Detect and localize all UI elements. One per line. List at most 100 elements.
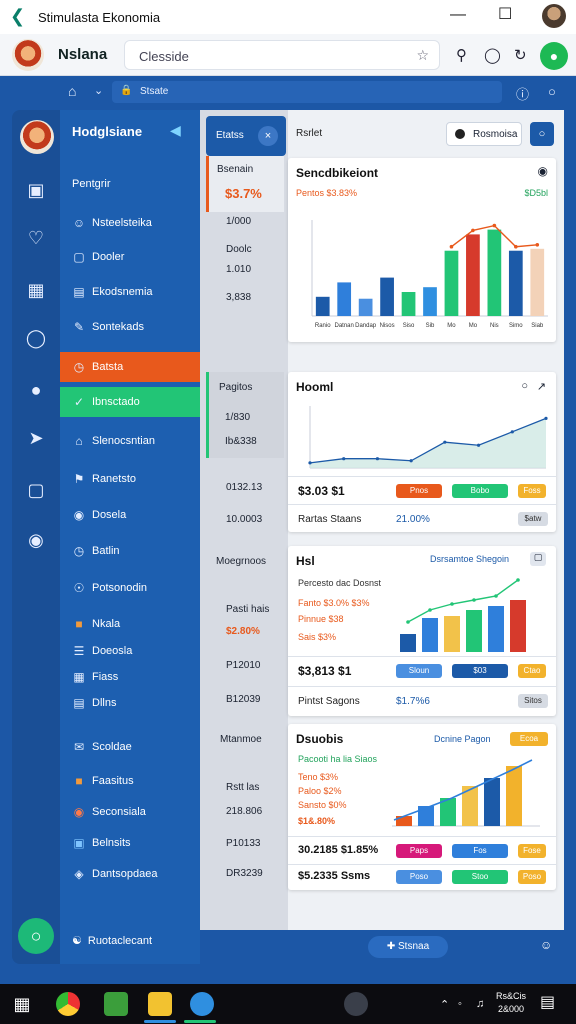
card-top-button[interactable]: Ecoa — [510, 732, 548, 746]
status-pill[interactable]: Bobo — [452, 484, 508, 498]
folder-taskbar-icon[interactable] — [148, 992, 172, 1016]
divider — [288, 836, 556, 837]
status-pill[interactable]: $03 — [452, 664, 508, 678]
summary-card-1[interactable]: Bsenain $3.7% — [206, 156, 284, 212]
address-bar[interactable]: 🔒 Stsate — [112, 81, 502, 103]
bar-chart-2 — [392, 759, 540, 827]
dot-icon[interactable]: ○ — [521, 380, 528, 392]
app-green-icon[interactable] — [104, 992, 128, 1016]
chrome-icon[interactable] — [56, 992, 80, 1016]
green-action-icon[interactable]: ○ — [18, 918, 54, 954]
collapse-icon[interactable]: ◀ — [170, 122, 181, 139]
nav-bar: ⌂ ⌄ 🔒 Stsate ⓘ ○ — [0, 76, 576, 108]
sidebar-item-1[interactable]: ☺ Nsteelsteika — [60, 208, 200, 238]
status-pill[interactable]: Fos — [452, 844, 508, 858]
user-icon: ☺ — [72, 216, 86, 230]
square-icon[interactable]: ▢ — [530, 552, 546, 566]
sidebar-item-20[interactable]: ◈ Dantsopdaea — [60, 859, 200, 889]
expand-icon[interactable]: ↗ — [537, 380, 546, 393]
search-box[interactable]: Clesside ☆ — [124, 40, 440, 70]
app-dark-icon[interactable] — [344, 992, 368, 1016]
clock[interactable]: Rs&Cis 2&000 — [496, 990, 526, 1016]
close-icon[interactable]: × — [258, 126, 278, 146]
card-row: Teno $3% — [298, 772, 339, 782]
screen-icon[interactable]: ▢ — [24, 478, 48, 502]
camera-icon[interactable]: ◉ — [538, 164, 548, 178]
chat-icon[interactable]: ● — [24, 378, 48, 402]
summary-value: 10.0003 — [226, 514, 263, 525]
chart-icon: ▤ — [73, 285, 85, 299]
image-icon[interactable]: ▦ — [24, 278, 48, 302]
sidebar-item-label: Fiass — [92, 671, 119, 683]
sidebar-section-title: Pentgrir — [72, 178, 111, 190]
home-icon[interactable]: ⌂ — [68, 83, 76, 99]
refresh-icon[interactable]: ↻ — [514, 46, 527, 64]
sidebar-item-2[interactable]: ▢ Dooler — [60, 242, 200, 272]
send-icon[interactable]: ➤ — [24, 426, 48, 450]
bar — [400, 634, 416, 652]
x-tick-label: Siab — [531, 323, 544, 329]
sidebar-item-4[interactable]: ✎ Sontekads — [60, 312, 200, 342]
lock-icon: 🔒 — [120, 85, 133, 96]
minimize-icon[interactable]: — — [450, 6, 466, 24]
card-button[interactable]: Sitos — [518, 694, 548, 708]
sidebar-item-11[interactable]: ☉ Potsonodin — [60, 573, 200, 603]
card-button[interactable]: $atw — [518, 512, 548, 526]
app-logo — [12, 39, 44, 71]
sidebar-item-10[interactable]: ◷ Batlin — [60, 536, 200, 566]
bottom-action-button[interactable]: ✚ Stsnaa — [368, 936, 448, 958]
maximize-icon[interactable]: ☐ — [498, 4, 512, 24]
settings-square-icon[interactable]: ○ — [530, 122, 554, 146]
notification-icon[interactable]: ▤ — [540, 992, 555, 1012]
status-pill[interactable]: Sloun — [396, 664, 442, 678]
info-icon[interactable]: ⓘ — [516, 84, 529, 103]
search-icon[interactable]: ⚲ — [456, 46, 467, 64]
sidebar-item-16[interactable]: ✉ Scoldae — [60, 732, 200, 762]
sidebar-item-8[interactable]: ⚑ Ranetsto — [60, 464, 200, 494]
wifi-icon[interactable]: ◦ — [458, 998, 462, 1010]
sidebar-item-3[interactable]: ▤ Ekodsnemia — [60, 277, 200, 307]
sidebar-item-17[interactable]: ■ Faasitus — [60, 766, 200, 796]
x-tick-label: Siso — [403, 323, 415, 329]
active-indicator — [184, 1020, 216, 1023]
calendar-icon[interactable]: ▣ — [24, 178, 48, 202]
chevron-up-icon[interactable]: ⌃ — [440, 998, 449, 1011]
people-bottom-icon[interactable]: ☺ — [540, 938, 552, 952]
circle-icon[interactable]: ○ — [548, 84, 556, 99]
sidebar-item-18[interactable]: ◉ Seconsiala — [60, 797, 200, 827]
user-avatar[interactable] — [542, 4, 566, 28]
status-pill[interactable]: Ctao — [518, 664, 546, 678]
top-action-button[interactable]: Rosmoisa — [446, 122, 522, 146]
sidebar-item-12[interactable]: ■ Nkala — [60, 609, 200, 639]
sidebar-item-label: Potsonodin — [92, 582, 148, 594]
status-pill[interactable]: Paps — [396, 844, 442, 858]
sidebar-item-9[interactable]: ◉ Dosela — [60, 500, 200, 530]
summary-tab[interactable]: Etatss × — [206, 116, 286, 156]
status-pill[interactable]: Pnos — [396, 484, 442, 498]
windows-start-icon[interactable]: ▦ — [10, 992, 34, 1016]
people-icon[interactable]: ♡ — [24, 226, 48, 250]
app-header: Nslana Clesside ☆ ⚲ ◯ ↻ ● — [0, 34, 576, 76]
back-arrow-icon[interactable]: ❮ — [10, 6, 25, 27]
status-pill[interactable]: Poso — [396, 870, 442, 884]
summary-card-title: Pagitos — [219, 382, 253, 393]
search-rail-icon[interactable]: ◯ — [24, 326, 48, 350]
status-pill[interactable]: Stoo — [452, 870, 508, 884]
bell-icon[interactable]: ◯ — [484, 46, 501, 64]
sidebar-item-5[interactable]: ◷ Batsta — [60, 352, 200, 382]
sidebar-item-19[interactable]: ▣ Belnsits — [60, 828, 200, 858]
apps-button[interactable]: ● — [540, 42, 568, 70]
volume-icon[interactable]: ♫ — [476, 998, 484, 1010]
summary-card-2[interactable]: Pagitos 1/830 Ib&338 — [206, 372, 284, 458]
star-icon[interactable]: ☆ — [416, 47, 429, 64]
status-pill[interactable]: Poso — [518, 870, 546, 884]
status-pill[interactable]: Foss — [518, 484, 546, 498]
sidebar-item-15[interactable]: ▤ Dllns — [60, 688, 200, 718]
sidebar-footer[interactable]: ☯ Ruotaclecant — [72, 934, 158, 947]
sidebar-item-6[interactable]: ✓ Ibnsctado — [60, 387, 200, 417]
status-pill[interactable]: Fose — [518, 844, 546, 858]
chevron-down-icon[interactable]: ⌄ — [94, 84, 103, 97]
edge-icon[interactable] — [190, 992, 214, 1016]
sidebar-item-7[interactable]: ⌂ Slenocsntian — [60, 426, 200, 456]
shield-rail-icon[interactable]: ◉ — [24, 528, 48, 552]
